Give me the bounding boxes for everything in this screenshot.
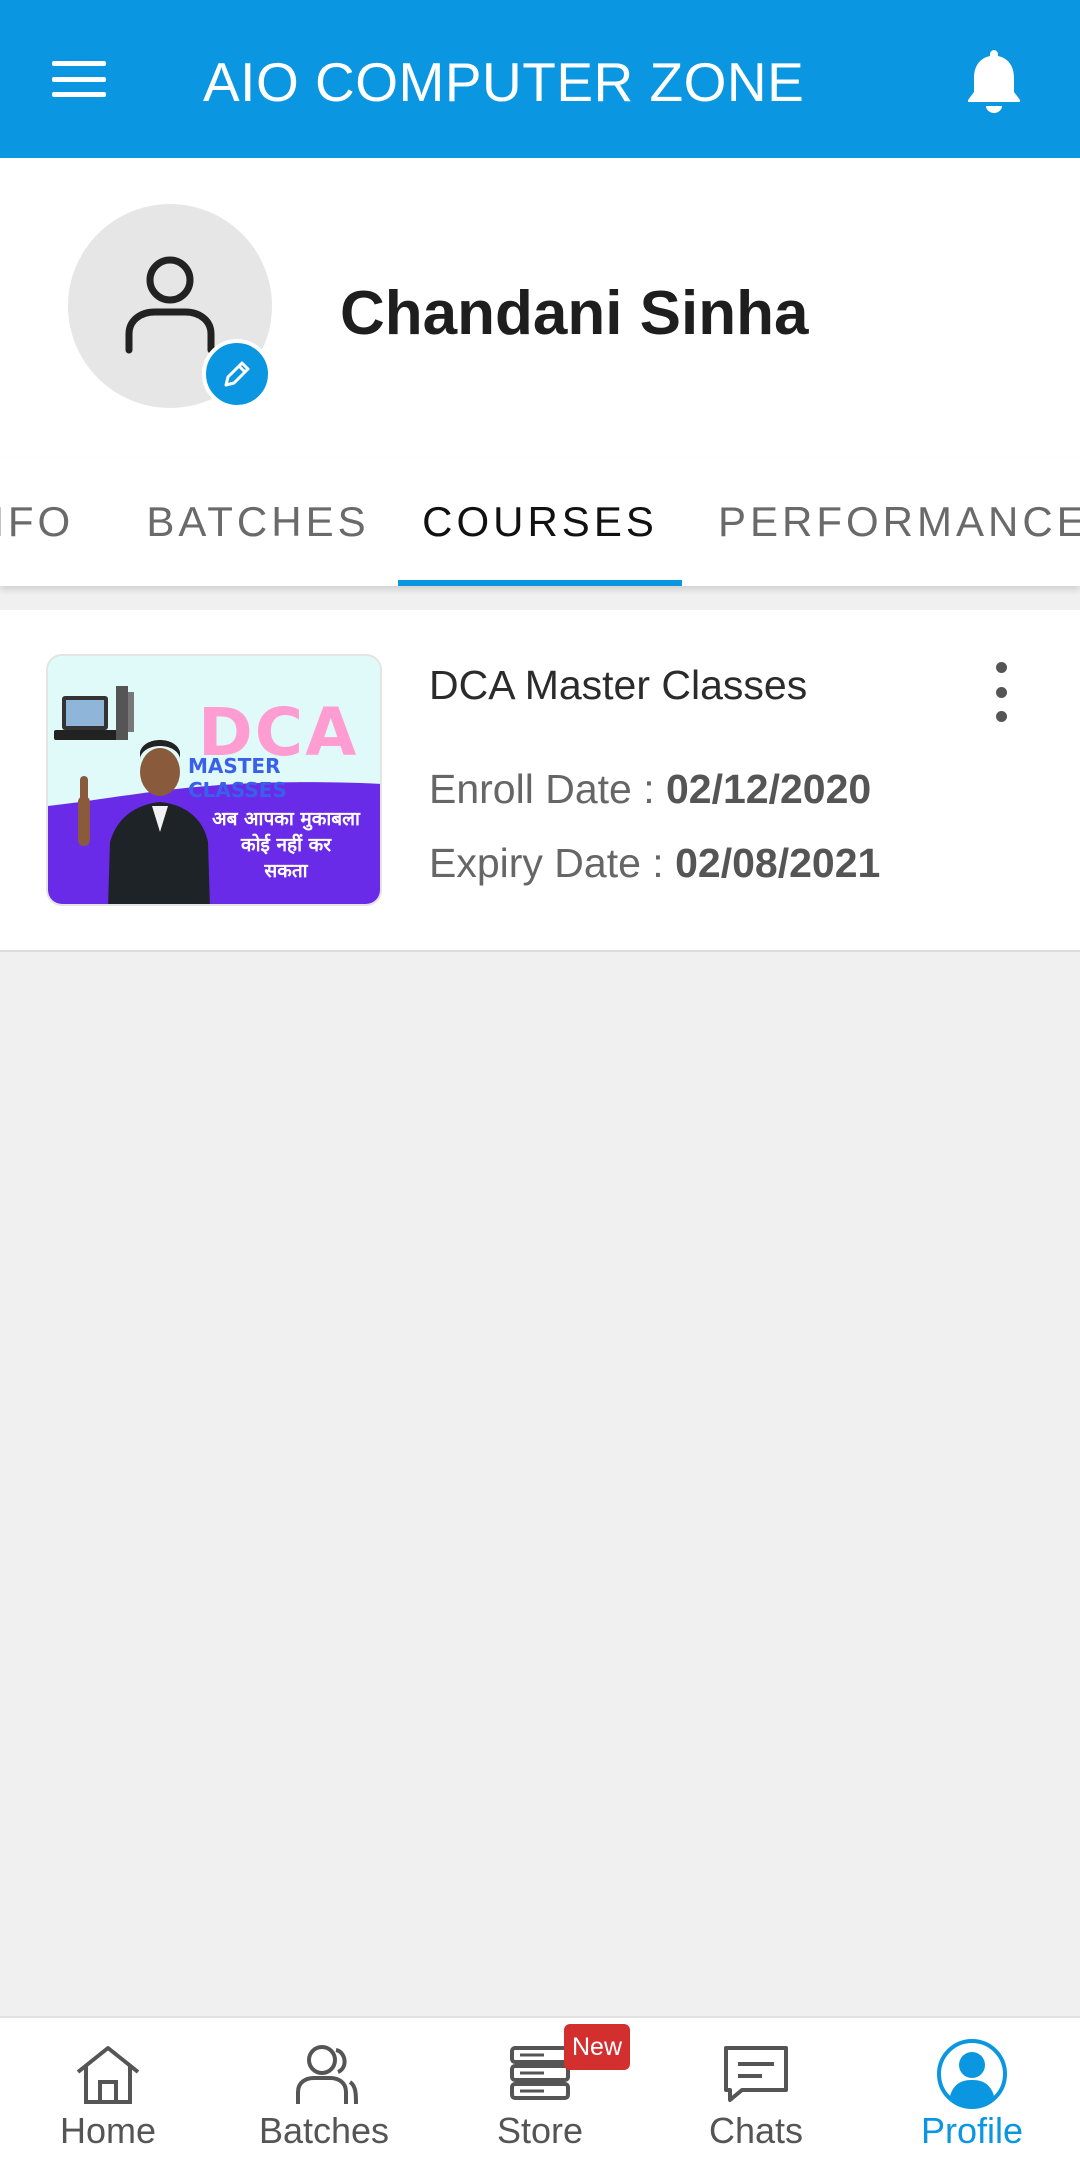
tab-performance[interactable]: PERFORMANCE [704, 458, 1080, 586]
nav-chats-label: Chats [708, 2110, 804, 2151]
nav-batches[interactable]: Batches [216, 2018, 432, 2173]
pencil-icon [224, 361, 250, 387]
thumbnail-subheadline: MASTER CLASSES [188, 754, 287, 802]
tab-info[interactable]: INFO [0, 458, 76, 586]
nav-batches-label: Batches [258, 2110, 390, 2151]
store-new-badge: New [564, 2024, 630, 2070]
home-icon [76, 2046, 140, 2104]
expiry-date-row: Expiry Date : 02/08/2021 [429, 840, 880, 887]
profile-header: Chandani Sinha [0, 158, 1080, 458]
app-title: AIO COMPUTER ZONE [203, 51, 805, 113]
enroll-date-row: Enroll Date : 02/12/2020 [429, 766, 871, 813]
profile-tabs: INFO BATCHES COURSES PERFORMANCE [0, 458, 1080, 586]
more-vertical-icon[interactable] [990, 662, 1012, 722]
nav-profile-label: Profile [920, 2110, 1024, 2151]
edit-avatar-button[interactable] [202, 339, 272, 409]
profile-icon [937, 2039, 1007, 2109]
enroll-date-label: Enroll Date : [429, 766, 666, 812]
nav-store-label: Store [496, 2110, 584, 2151]
course-thumbnail[interactable]: DCA MASTER CLASSES अब आपका मुकाबला कोई न… [46, 654, 382, 906]
expiry-date-label: Expiry Date : [429, 840, 676, 886]
tab-courses[interactable]: COURSES [398, 458, 682, 586]
bell-icon[interactable] [962, 46, 1026, 114]
tab-batches[interactable]: BATCHES [118, 458, 398, 586]
thumbnail-tagline: अब आपका मुकाबला कोई नहीं कर सकता [212, 808, 360, 882]
tab-indicator [398, 580, 682, 586]
nav-profile[interactable]: Profile [864, 2018, 1080, 2173]
app-bar: AIO COMPUTER ZONE [0, 0, 1080, 158]
person-icon [125, 256, 215, 354]
bottom-navigation: Home Batches Store Chats Profile [0, 2016, 1080, 2173]
course-card[interactable]: DCA MASTER CLASSES अब आपका मुकाबला कोई न… [0, 610, 1080, 952]
chat-icon [724, 2046, 788, 2102]
users-icon [296, 2045, 358, 2105]
user-name: Chandani Sinha [340, 279, 809, 348]
nav-home[interactable]: Home [0, 2018, 216, 2173]
course-title[interactable]: DCA Master Classes [429, 662, 807, 709]
nav-chats[interactable]: Chats [648, 2018, 864, 2173]
hamburger-menu-icon[interactable] [52, 61, 106, 97]
nav-home-label: Home [59, 2110, 157, 2151]
enroll-date-value: 02/12/2020 [666, 766, 872, 812]
expiry-date-value: 02/08/2021 [675, 840, 881, 886]
